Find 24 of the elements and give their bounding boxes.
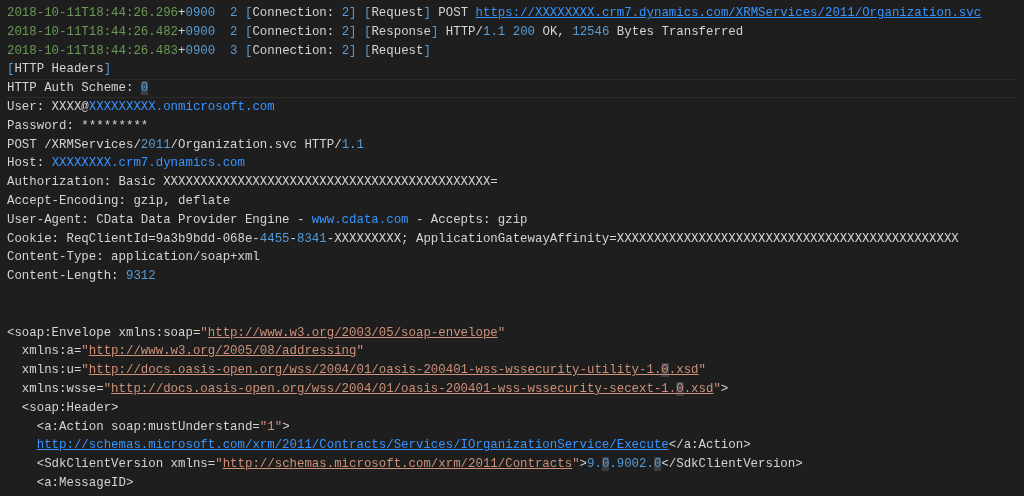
code-line: <soap:Envelope xmlns:soap="http://www.w3.org/2003/05/soap-envelope" — [7, 324, 507, 342]
code-line: http://schemas.microsoft.com/xrm/2011/Contracts/Services/IOrganizationService/Execute</a:Action> — [35, 437, 752, 455]
code-line: [HTTP Headers] — [7, 61, 113, 79]
code-line: 2018-10-11T18:44:26.482+0900 2 [Connection: 2] [Response] HTTP/1.1 200 OK, 12546 Bytes Transferred — [7, 23, 745, 41]
code-line: xmlns:u="http://docs.oasis-open.org/wss/2004/01/oasis-200401-wss-wssecurity-utility-1.0.xsd" — [20, 362, 707, 380]
code-line: Content-Length: 9312 — [7, 268, 157, 286]
code-line: Password: ********* — [7, 117, 150, 135]
code-line: <a:Action soap:mustUnderstand="1"> — [35, 418, 291, 436]
code-line: Accept-Encoding: gzip, deflate — [7, 192, 232, 210]
code-line: xmlns:wsse="http://docs.oasis-open.org/wss/2004/01/oasis-200401-wss-wssecurity-secext-1.0.xsd"> — [20, 380, 730, 398]
code-line: HTTP Auth Scheme: 0 — [7, 79, 1017, 98]
code-line: xmlns:a="http://www.w3.org/2005/08/addressing" — [20, 343, 365, 361]
code-line: User: XXXX@XXXXXXXXX.onmicrosoft.com — [7, 99, 276, 116]
code-line: Host: XXXXXXXX.crm7.dynamics.com — [7, 155, 246, 173]
code-line: User-Agent: CData Data Provider Engine - www.cdata.com - Accepts: gzip — [7, 211, 529, 229]
code-line: 2018-10-11T18:44:26.296+0900 2 [Connection: 2] [Request] POST https://XXXXXXXX.crm7.dynamics.com/XRMServices/2011/Organization.svc — [7, 5, 983, 22]
code-line: <SdkClientVersion xmlns="http://schemas.microsoft.com/xrm/2011/Contracts">9.0.9002.0</SdkClientVersion> — [35, 456, 804, 474]
code-line: 2018-10-11T18:44:26.483+0900 3 [Connection: 2] [Request] — [7, 42, 432, 60]
code-line: Authorization: Basic XXXXXXXXXXXXXXXXXXXXXXXXXXXXXXXXXXXXXXXXXXXX= — [7, 174, 499, 192]
code-line: Cookie: ReqClientId=9a3b9bdd-068e-4455-8341-XXXXXXXXX; ApplicationGatewayAffinity=XXXXXXXXXXXXXXXXXXXXXXXXXXXXXXXXXXXXXXXXXXXXXX — [7, 230, 960, 248]
code-line: <soap:Header> — [20, 399, 120, 417]
code-line: <a:MessageID> — [35, 474, 135, 492]
code-line: Content-Type: application/soap+xml — [7, 249, 261, 267]
code-line: POST /XRMServices/2011/Organization.svc HTTP/1.1 — [7, 136, 365, 154]
